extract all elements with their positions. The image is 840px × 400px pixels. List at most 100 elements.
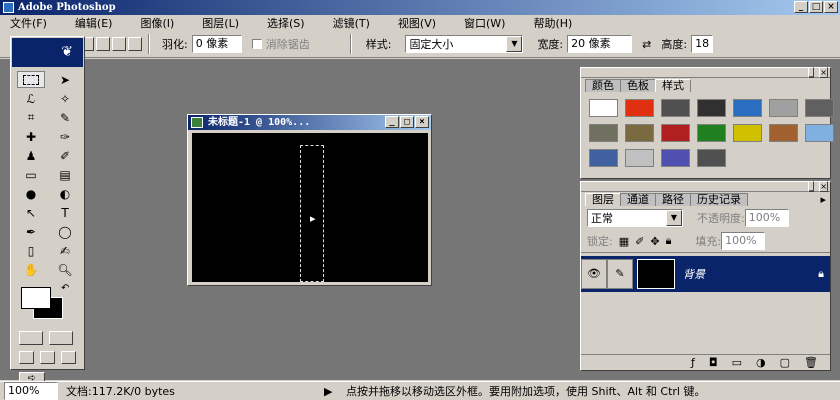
layers-panel-close-icon[interactable]: × [819, 181, 828, 192]
adjustment-layer-icon[interactable]: ◑ [756, 356, 766, 369]
style-swatch[interactable] [661, 99, 690, 117]
status-arrow-icon[interactable]: ▶ [324, 385, 340, 398]
brush-link-icon[interactable]: ✎ [607, 259, 633, 289]
style-swatch[interactable] [697, 149, 726, 167]
healing-brush-icon[interactable]: ✚ [17, 128, 45, 145]
minimize-button[interactable]: _ [794, 1, 808, 13]
style-swatch[interactable] [589, 124, 618, 142]
quickmask-mode-icon[interactable] [49, 331, 73, 345]
blur-tool-icon[interactable]: ● [17, 185, 45, 202]
intersect-selection-icon[interactable] [128, 37, 142, 51]
style-swatch[interactable] [589, 149, 618, 167]
magic-wand-icon[interactable]: ✧ [51, 90, 79, 107]
foreground-color-swatch[interactable] [21, 287, 51, 309]
chevron-down-icon[interactable]: ▼ [506, 36, 523, 52]
panel-grip[interactable]: _ × [581, 67, 830, 78]
layer-row[interactable]: 👁︎ ✎ 背景 🔒︎ [581, 256, 830, 292]
screen-mode-full-icon[interactable] [61, 351, 76, 364]
panel-minimize-icon[interactable]: _ [808, 67, 814, 78]
style-swatch[interactable] [769, 99, 798, 117]
style-swatch[interactable] [661, 149, 690, 167]
lock-transparency-icon[interactable]: ▦ [619, 235, 629, 248]
screen-mode-full-menu-icon[interactable] [40, 351, 55, 364]
blend-chevron-icon[interactable]: ▼ [666, 210, 682, 226]
menu-help[interactable]: 帮助(H) [533, 15, 572, 31]
panel-close-icon[interactable]: × [819, 67, 828, 78]
antialias-checkbox[interactable] [251, 39, 262, 49]
layers-panel-minimize-icon[interactable]: _ [808, 181, 814, 192]
subtract-selection-icon[interactable] [112, 37, 126, 51]
lock-all-icon[interactable]: 🔒︎ [666, 234, 672, 248]
slice-tool-icon[interactable]: ✎ [51, 109, 79, 126]
lock-pixels-icon[interactable]: ✐ [635, 235, 644, 248]
style-select[interactable]: 固定大小 ▼ [405, 35, 524, 53]
style-swatch[interactable] [733, 124, 762, 142]
gradient-tool-icon[interactable]: ▤ [51, 166, 79, 183]
maximize-button[interactable]: □ [809, 1, 823, 13]
canvas[interactable]: ▸ [192, 133, 428, 282]
panel-menu-icon[interactable]: ▸ [820, 193, 826, 206]
style-swatch[interactable] [733, 99, 762, 117]
tab-color[interactable]: 颜色 [585, 79, 621, 92]
menu-filter[interactable]: 滤镜(T) [333, 15, 370, 31]
menu-window[interactable]: 窗口(W) [464, 15, 505, 31]
clone-stamp-icon[interactable]: ♟ [17, 147, 45, 164]
swap-colors-icon[interactable]: ↶ [61, 283, 69, 294]
tab-styles[interactable]: 样式 [655, 79, 691, 92]
blend-mode-select[interactable]: 正常 ▼ [587, 209, 683, 227]
feather-input[interactable]: 0 像素 [191, 35, 242, 53]
lock-position-icon[interactable]: ✥ [650, 235, 659, 248]
menu-view[interactable]: 视图(V) [398, 15, 436, 31]
tab-paths[interactable]: 路径 [655, 193, 691, 206]
style-swatch[interactable] [805, 124, 834, 142]
opacity-input[interactable]: 100% [744, 209, 789, 227]
style-swatch[interactable] [661, 124, 690, 142]
history-brush-icon[interactable]: ✐ [51, 147, 79, 164]
zoom-field[interactable]: 100% [4, 382, 58, 400]
zoom-tool-icon[interactable]: 🔍︎ [51, 261, 79, 278]
tab-history[interactable]: 历史记录 [690, 193, 748, 206]
path-select-icon[interactable]: ↖ [17, 204, 45, 221]
dodge-tool-icon[interactable]: ◐ [51, 185, 79, 202]
lasso-tool-icon[interactable]: ℒ [17, 90, 45, 107]
doc-minimize-button[interactable]: _ [385, 116, 399, 128]
layer-mask-icon[interactable]: ◘ [709, 356, 718, 369]
move-tool-icon[interactable]: ➤ [51, 71, 79, 88]
new-set-icon[interactable]: ▭ [732, 356, 742, 369]
style-swatch[interactable] [625, 149, 654, 167]
menu-image[interactable]: 图像(I) [140, 15, 174, 31]
delete-layer-icon[interactable]: 🗑︎ [804, 356, 818, 369]
hand-tool-icon[interactable]: ✋ [17, 261, 45, 278]
new-layer-icon[interactable]: ▢ [780, 356, 790, 369]
fill-input[interactable]: 100% [721, 232, 766, 250]
style-swatch[interactable] [625, 99, 654, 117]
height-input[interactable]: 18 [691, 35, 714, 53]
add-selection-icon[interactable] [96, 37, 110, 51]
style-swatch[interactable] [805, 99, 834, 117]
doc-close-button[interactable]: × [415, 116, 429, 128]
style-swatch[interactable] [589, 99, 618, 117]
eraser-icon[interactable]: ▭ [17, 166, 45, 183]
layers-panel-grip[interactable]: _ × [581, 181, 830, 192]
style-swatch[interactable] [625, 124, 654, 142]
visibility-eye-icon[interactable]: 👁︎ [581, 259, 607, 289]
menu-select[interactable]: 选择(S) [267, 15, 305, 31]
eyedropper-icon[interactable]: ✍ [51, 242, 79, 259]
pen-tool-icon[interactable]: ✒ [17, 223, 45, 240]
layer-style-icon[interactable]: ƒ [691, 356, 695, 369]
brush-tool-icon[interactable]: ✑ [51, 128, 79, 145]
marquee-tool-icon[interactable] [17, 71, 45, 88]
width-input[interactable]: 20 像素 [567, 35, 633, 53]
crop-tool-icon[interactable]: ⌗ [17, 109, 45, 126]
notes-tool-icon[interactable]: ▯ [17, 242, 45, 259]
tab-channels[interactable]: 通道 [620, 193, 656, 206]
tab-swatches[interactable]: 色板 [620, 79, 656, 92]
style-swatch[interactable] [697, 99, 726, 117]
swap-dimensions-icon[interactable]: ⇄ [642, 38, 651, 51]
screen-mode-standard-icon[interactable] [19, 351, 34, 364]
type-tool-icon[interactable]: T [51, 204, 79, 221]
menu-edit[interactable]: 编辑(E) [75, 15, 113, 31]
close-button[interactable]: × [824, 1, 838, 13]
style-swatch[interactable] [769, 124, 798, 142]
style-swatch[interactable] [697, 124, 726, 142]
